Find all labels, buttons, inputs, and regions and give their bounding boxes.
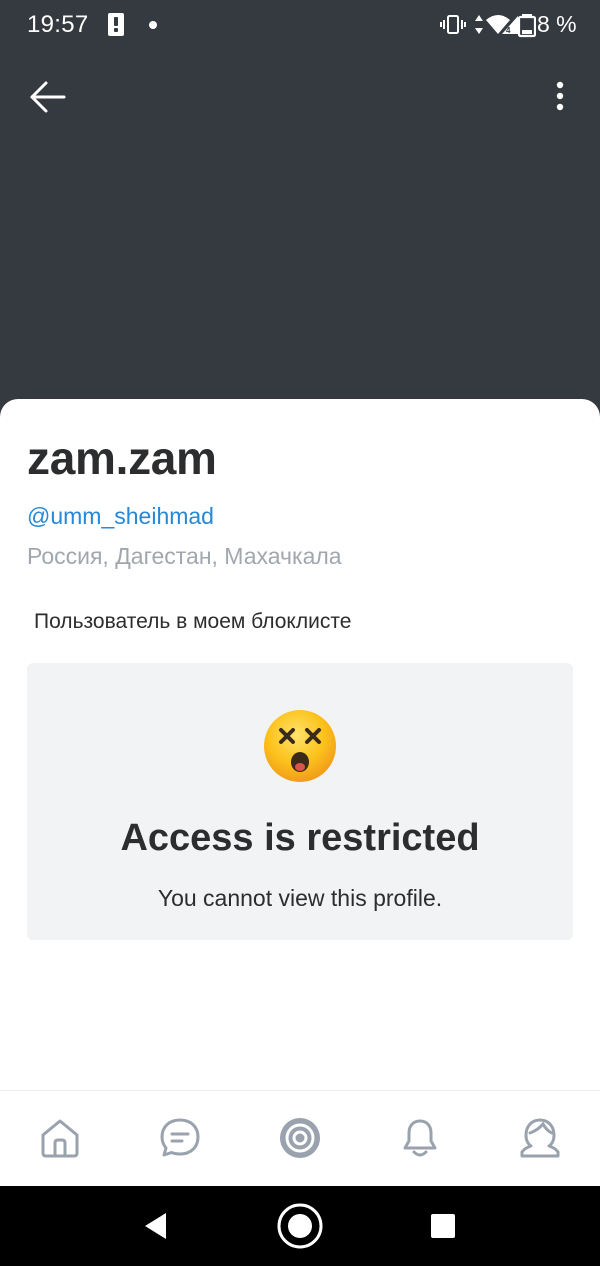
messages-icon: [160, 1118, 200, 1157]
more-options-button[interactable]: [540, 76, 580, 118]
restricted-title: Access is restricted: [120, 817, 480, 859]
profile-handle-link[interactable]: @umm_sheihmad: [27, 502, 214, 530]
discover-icon: [280, 1118, 320, 1158]
system-back-button[interactable]: [142, 1211, 170, 1241]
profile-location: Россия, Дагестан, Махачкала: [27, 543, 342, 569]
data-arrows-icon: [475, 15, 483, 34]
restricted-subtitle: You cannot view this profile.: [157, 885, 443, 911]
notification-dot-icon: [149, 21, 157, 29]
nav-home-icon: [277, 1203, 323, 1249]
tab-profile[interactable]: [518, 1116, 562, 1160]
blocklist-note: Пользователь в моем блоклисте: [34, 610, 352, 633]
system-home-button[interactable]: [276, 1202, 324, 1250]
battery-icon: [517, 14, 536, 38]
tab-messages[interactable]: [158, 1116, 202, 1160]
vibrate-icon: [440, 15, 466, 34]
dizzy-face-emoji-icon: [264, 710, 336, 782]
battery-percent: 8 %: [537, 11, 577, 37]
tab-discover[interactable]: [278, 1116, 322, 1160]
nav-back-icon: [145, 1213, 166, 1239]
tab-notifications[interactable]: [398, 1116, 442, 1160]
alert-icon: [108, 13, 124, 36]
svg-text:4: 4: [506, 26, 511, 35]
notifications-bell-icon: [403, 1119, 437, 1157]
more-vertical-icon: [556, 81, 564, 111]
status-time: 19:57: [27, 11, 89, 38]
back-arrow-icon: [30, 81, 66, 113]
nav-recents-icon: [431, 1214, 455, 1238]
profile-name: zam.zam: [27, 432, 217, 484]
home-icon: [41, 1119, 79, 1158]
system-recents-button[interactable]: [430, 1213, 456, 1239]
status-bar: 19:57 4 8 %: [0, 0, 600, 52]
status-icons: 4: [440, 14, 536, 38]
tab-home[interactable]: [38, 1116, 82, 1160]
profile-header: [0, 0, 600, 430]
back-button[interactable]: [22, 76, 72, 118]
profile-icon: [520, 1118, 560, 1158]
